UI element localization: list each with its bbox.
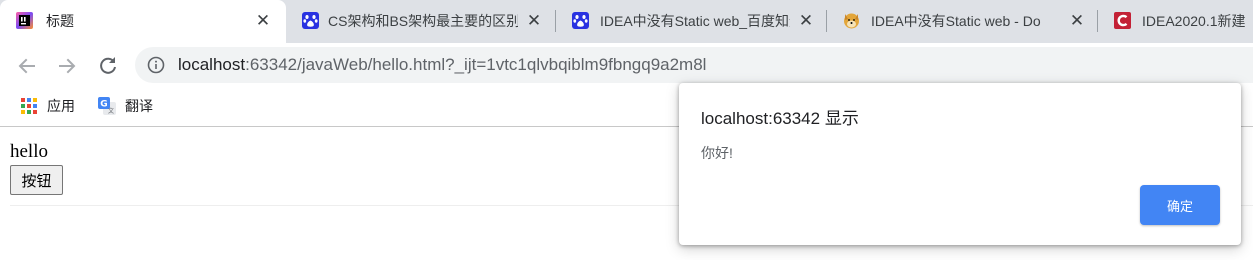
dialog-title: localhost:63342 显示 — [701, 109, 859, 128]
tab-csdn[interactable]: IDEA2020.1新建 — [1098, 0, 1253, 43]
address-bar[interactable]: localhost:63342/javaWeb/hello.html?_ijt=… — [135, 47, 1253, 83]
baidu-paw-icon — [302, 12, 319, 29]
intellij-icon — [16, 12, 33, 29]
close-icon[interactable]: ✕ — [1067, 11, 1087, 31]
browser-toolbar: localhost:63342/javaWeb/hello.html?_ijt=… — [0, 43, 1253, 87]
google-translate-icon: G 文 — [98, 97, 116, 115]
tab-title: 标题 — [46, 13, 74, 29]
svg-text:G: G — [100, 100, 107, 110]
alert-dialog: localhost:63342 显示 你好! 确定 — [679, 83, 1241, 245]
url-path: :63342/javaWeb/hello.html?_ijt=1vtc1qlvb… — [245, 55, 707, 74]
bookmark-label: 翻译 — [125, 98, 153, 114]
tab-title: IDEA中没有Static web - Do — [871, 13, 1041, 29]
tab-title: IDEA2020.1新建 — [1142, 13, 1246, 29]
tab-title: CS架构和BS架构最主要的区别 — [328, 13, 518, 29]
shiba-dog-icon — [844, 13, 859, 29]
bookmark-apps[interactable]: 应用 — [20, 95, 75, 117]
close-icon[interactable]: ✕ — [796, 11, 816, 31]
bookmark-translate[interactable]: G 文 翻译 — [98, 95, 153, 117]
baidu-paw-icon — [572, 12, 589, 29]
ok-button[interactable]: 确定 — [1140, 185, 1220, 225]
tab-cs-bs[interactable]: CS架构和BS架构最主要的区别 ✕ — [286, 0, 556, 43]
forward-arrow-icon[interactable] — [53, 52, 81, 80]
page-heading: hello — [10, 141, 48, 162]
tab-title: IDEA中没有Static web_百度知道 — [600, 13, 790, 29]
url-host: localhost — [178, 55, 246, 74]
close-icon[interactable]: ✕ — [524, 11, 544, 31]
back-arrow-icon[interactable] — [13, 52, 41, 80]
csdn-icon — [1114, 12, 1131, 29]
url-text[interactable]: localhost:63342/javaWeb/hello.html?_ijt=… — [178, 55, 706, 75]
info-icon[interactable] — [147, 56, 165, 74]
apps-grid-icon — [21, 98, 37, 114]
reload-icon[interactable] — [94, 52, 122, 80]
tab-idea-baidu[interactable]: IDEA中没有Static web_百度知道 ✕ — [556, 0, 827, 43]
dialog-message: 你好! — [701, 145, 733, 161]
page-button[interactable]: 按钮 — [10, 165, 63, 195]
tab-idea-doge[interactable]: IDEA中没有Static web - Do ✕ — [827, 0, 1098, 43]
close-icon[interactable]: ✕ — [253, 11, 273, 31]
tab-strip: 标题 ✕ CS架构和BS架构最主要的区别 ✕ IDEA中没有Static web… — [0, 0, 1253, 43]
svg-text:文: 文 — [108, 107, 114, 115]
tab-active[interactable]: 标题 ✕ — [0, 0, 286, 43]
bookmark-label: 应用 — [47, 98, 75, 114]
